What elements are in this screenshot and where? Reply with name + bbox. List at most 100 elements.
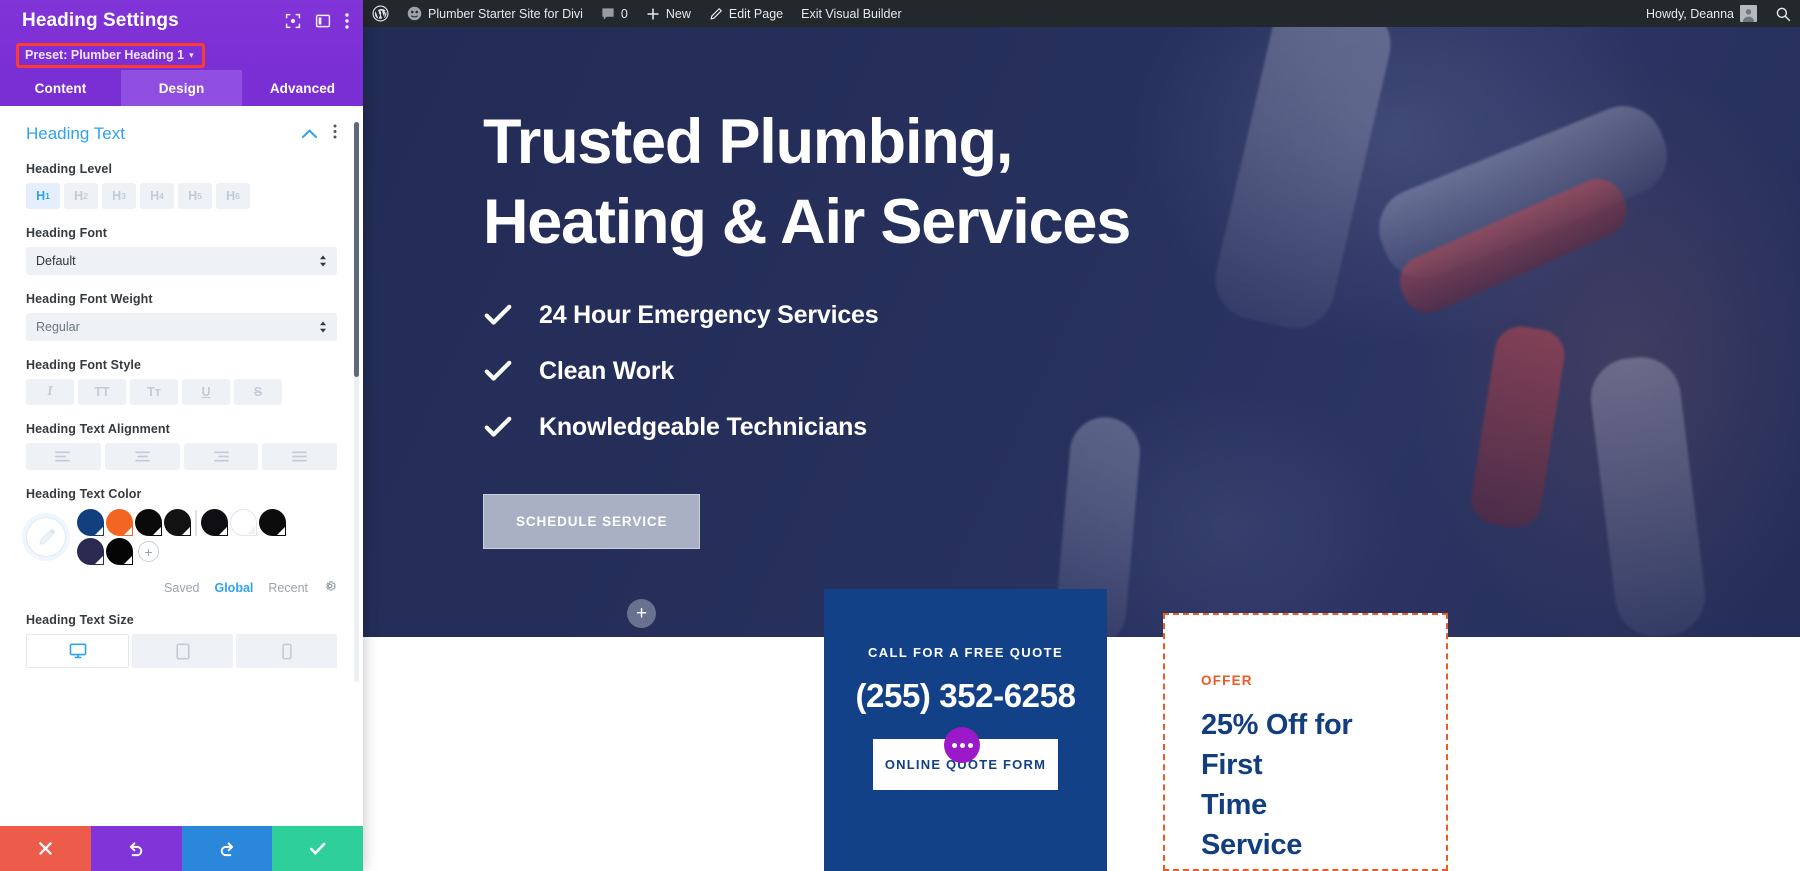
device-phone-button[interactable] <box>236 634 337 668</box>
comments-menu[interactable]: 0 <box>592 0 637 27</box>
level-number: 1 <box>45 191 50 201</box>
color-swatch[interactable] <box>230 509 257 536</box>
gear-icon[interactable] <box>323 579 337 596</box>
tab-content[interactable]: Content <box>0 70 121 106</box>
preset-selector[interactable]: Preset: Plumber Heading 1 ▾ <box>16 43 205 68</box>
save-button[interactable] <box>272 826 363 871</box>
font-style-italic-icon[interactable]: I <box>26 379 74 405</box>
color-swatch[interactable] <box>77 509 104 536</box>
panel-scrollbar-thumb[interactable] <box>354 122 359 377</box>
eyedropper-icon[interactable] <box>26 517 66 557</box>
swatch-cell[interactable] <box>200 508 229 537</box>
add-color-cell[interactable]: + <box>134 537 163 566</box>
list-item: Clean Work <box>483 356 1303 386</box>
cancel-button[interactable] <box>0 826 91 871</box>
heading-level-h5[interactable]: H5 <box>178 183 212 209</box>
exit-visual-builder-link[interactable]: Exit Visual Builder <box>792 0 911 27</box>
screen: Trusted Plumbing, Heating & Air Services… <box>0 0 1800 871</box>
color-swatch[interactable] <box>106 509 133 536</box>
heading-level-h1[interactable]: H1 <box>26 183 60 209</box>
schedule-service-button[interactable]: SCHEDULE SERVICE <box>483 494 701 549</box>
palette-tab-global[interactable]: Global <box>214 581 253 595</box>
heading-level-h6[interactable]: H6 <box>216 183 250 209</box>
wordpress-logo-menu[interactable] <box>363 0 398 27</box>
module-options-icon[interactable] <box>944 727 980 763</box>
swatch-cell[interactable] <box>229 508 258 537</box>
new-content-label: New <box>665 6 691 21</box>
level-number: 5 <box>197 191 202 201</box>
swatch-cell[interactable] <box>76 537 105 566</box>
site-name-menu[interactable]: Plumber Starter Site for Divi <box>398 0 592 27</box>
edit-page-link[interactable]: Edit Page <box>700 0 792 27</box>
tablet-icon <box>175 643 190 659</box>
heading-level-h3[interactable]: H3 <box>102 183 136 209</box>
palette-tab-saved[interactable]: Saved <box>164 581 199 595</box>
new-content-menu[interactable]: New <box>637 0 700 27</box>
list-item-label: Knowledgeable Technicians <box>539 412 867 441</box>
panel-header: Heading Settings Preset: Plumber Heading… <box>0 0 363 70</box>
offer-title-line-1: 25% Off for First <box>1201 709 1353 781</box>
quote-card-phone[interactable]: (255) 352-6258 <box>824 677 1107 715</box>
search-button[interactable] <box>1766 0 1800 27</box>
color-swatch[interactable] <box>106 538 133 565</box>
dot <box>967 742 973 748</box>
panel-layout-icon[interactable] <box>315 13 331 29</box>
search-icon <box>1776 7 1791 21</box>
howdy-menu[interactable]: Howdy, Deanna <box>1637 0 1766 27</box>
redo-button[interactable] <box>181 826 273 871</box>
font-style-smallcaps-icon[interactable]: Tᴛ <box>130 379 178 405</box>
align-right-button[interactable] <box>183 443 259 470</box>
heading-font-select[interactable]: Default <box>26 247 337 275</box>
device-tablet-button[interactable] <box>132 634 233 668</box>
color-swatch[interactable] <box>201 509 228 536</box>
color-swatch[interactable] <box>77 538 104 565</box>
swatch-cell[interactable] <box>105 508 134 537</box>
swatch-cell[interactable] <box>163 508 192 537</box>
font-style-uppercase-icon[interactable]: TT <box>78 379 126 405</box>
device-desktop-button[interactable] <box>26 634 129 668</box>
heading-font-weight-select[interactable]: Regular <box>26 313 337 341</box>
align-justify-button[interactable] <box>262 443 337 470</box>
section-header-heading-text[interactable]: Heading Text <box>26 124 337 144</box>
phone-icon <box>281 643 292 659</box>
font-style-underline-icon[interactable]: U <box>182 379 230 405</box>
field-heading-level: Heading Level H1 H2 H3 H4 H5 H6 <box>26 162 337 209</box>
heading-level-h2[interactable]: H2 <box>64 183 98 209</box>
font-style-strikethrough-icon[interactable]: S <box>234 379 282 405</box>
section-kebab-menu-icon[interactable] <box>333 124 337 144</box>
howdy-label: Howdy, Deanna <box>1645 6 1734 21</box>
color-swatch[interactable] <box>135 509 162 536</box>
swatch-cell[interactable] <box>258 508 287 537</box>
swatch-cell[interactable] <box>105 537 134 566</box>
align-right-icon <box>214 451 230 462</box>
color-swatch[interactable] <box>164 509 191 536</box>
undo-button[interactable] <box>90 826 182 871</box>
heading-font-style-options: I TT Tᴛ U S <box>26 379 337 405</box>
field-label: Heading Level <box>26 162 113 176</box>
tab-advanced[interactable]: Advanced <box>242 70 363 106</box>
chevron-up-icon[interactable] <box>302 125 317 143</box>
add-row-button[interactable]: + <box>627 599 656 628</box>
page-title[interactable]: Trusted Plumbing, Heating & Air Services <box>483 102 1303 262</box>
align-justify-icon <box>292 451 307 462</box>
check-icon <box>310 842 326 855</box>
palette-tab-recent[interactable]: Recent <box>268 581 308 595</box>
heading-level-h4[interactable]: H4 <box>140 183 174 209</box>
kebab-menu-icon[interactable] <box>345 13 349 29</box>
swatch-cell[interactable] <box>134 508 163 537</box>
redo-icon <box>220 841 233 856</box>
add-color-button[interactable]: + <box>138 541 159 562</box>
quote-card-label: CALL FOR A FREE QUOTE <box>867 645 1064 660</box>
color-swatch[interactable] <box>259 509 286 536</box>
align-center-button[interactable] <box>104 443 180 470</box>
preset-label: Preset: Plumber Heading 1 <box>25 48 185 62</box>
focus-target-icon[interactable] <box>285 13 301 29</box>
select-arrows-icon <box>319 255 327 267</box>
tab-design[interactable]: Design <box>121 70 242 106</box>
comments-count: 0 <box>620 6 628 21</box>
close-icon <box>39 842 52 855</box>
align-left-button[interactable] <box>26 443 101 470</box>
exit-visual-builder-label: Exit Visual Builder <box>801 6 902 21</box>
swatch-cell[interactable] <box>76 508 105 537</box>
device-selector <box>26 634 337 668</box>
